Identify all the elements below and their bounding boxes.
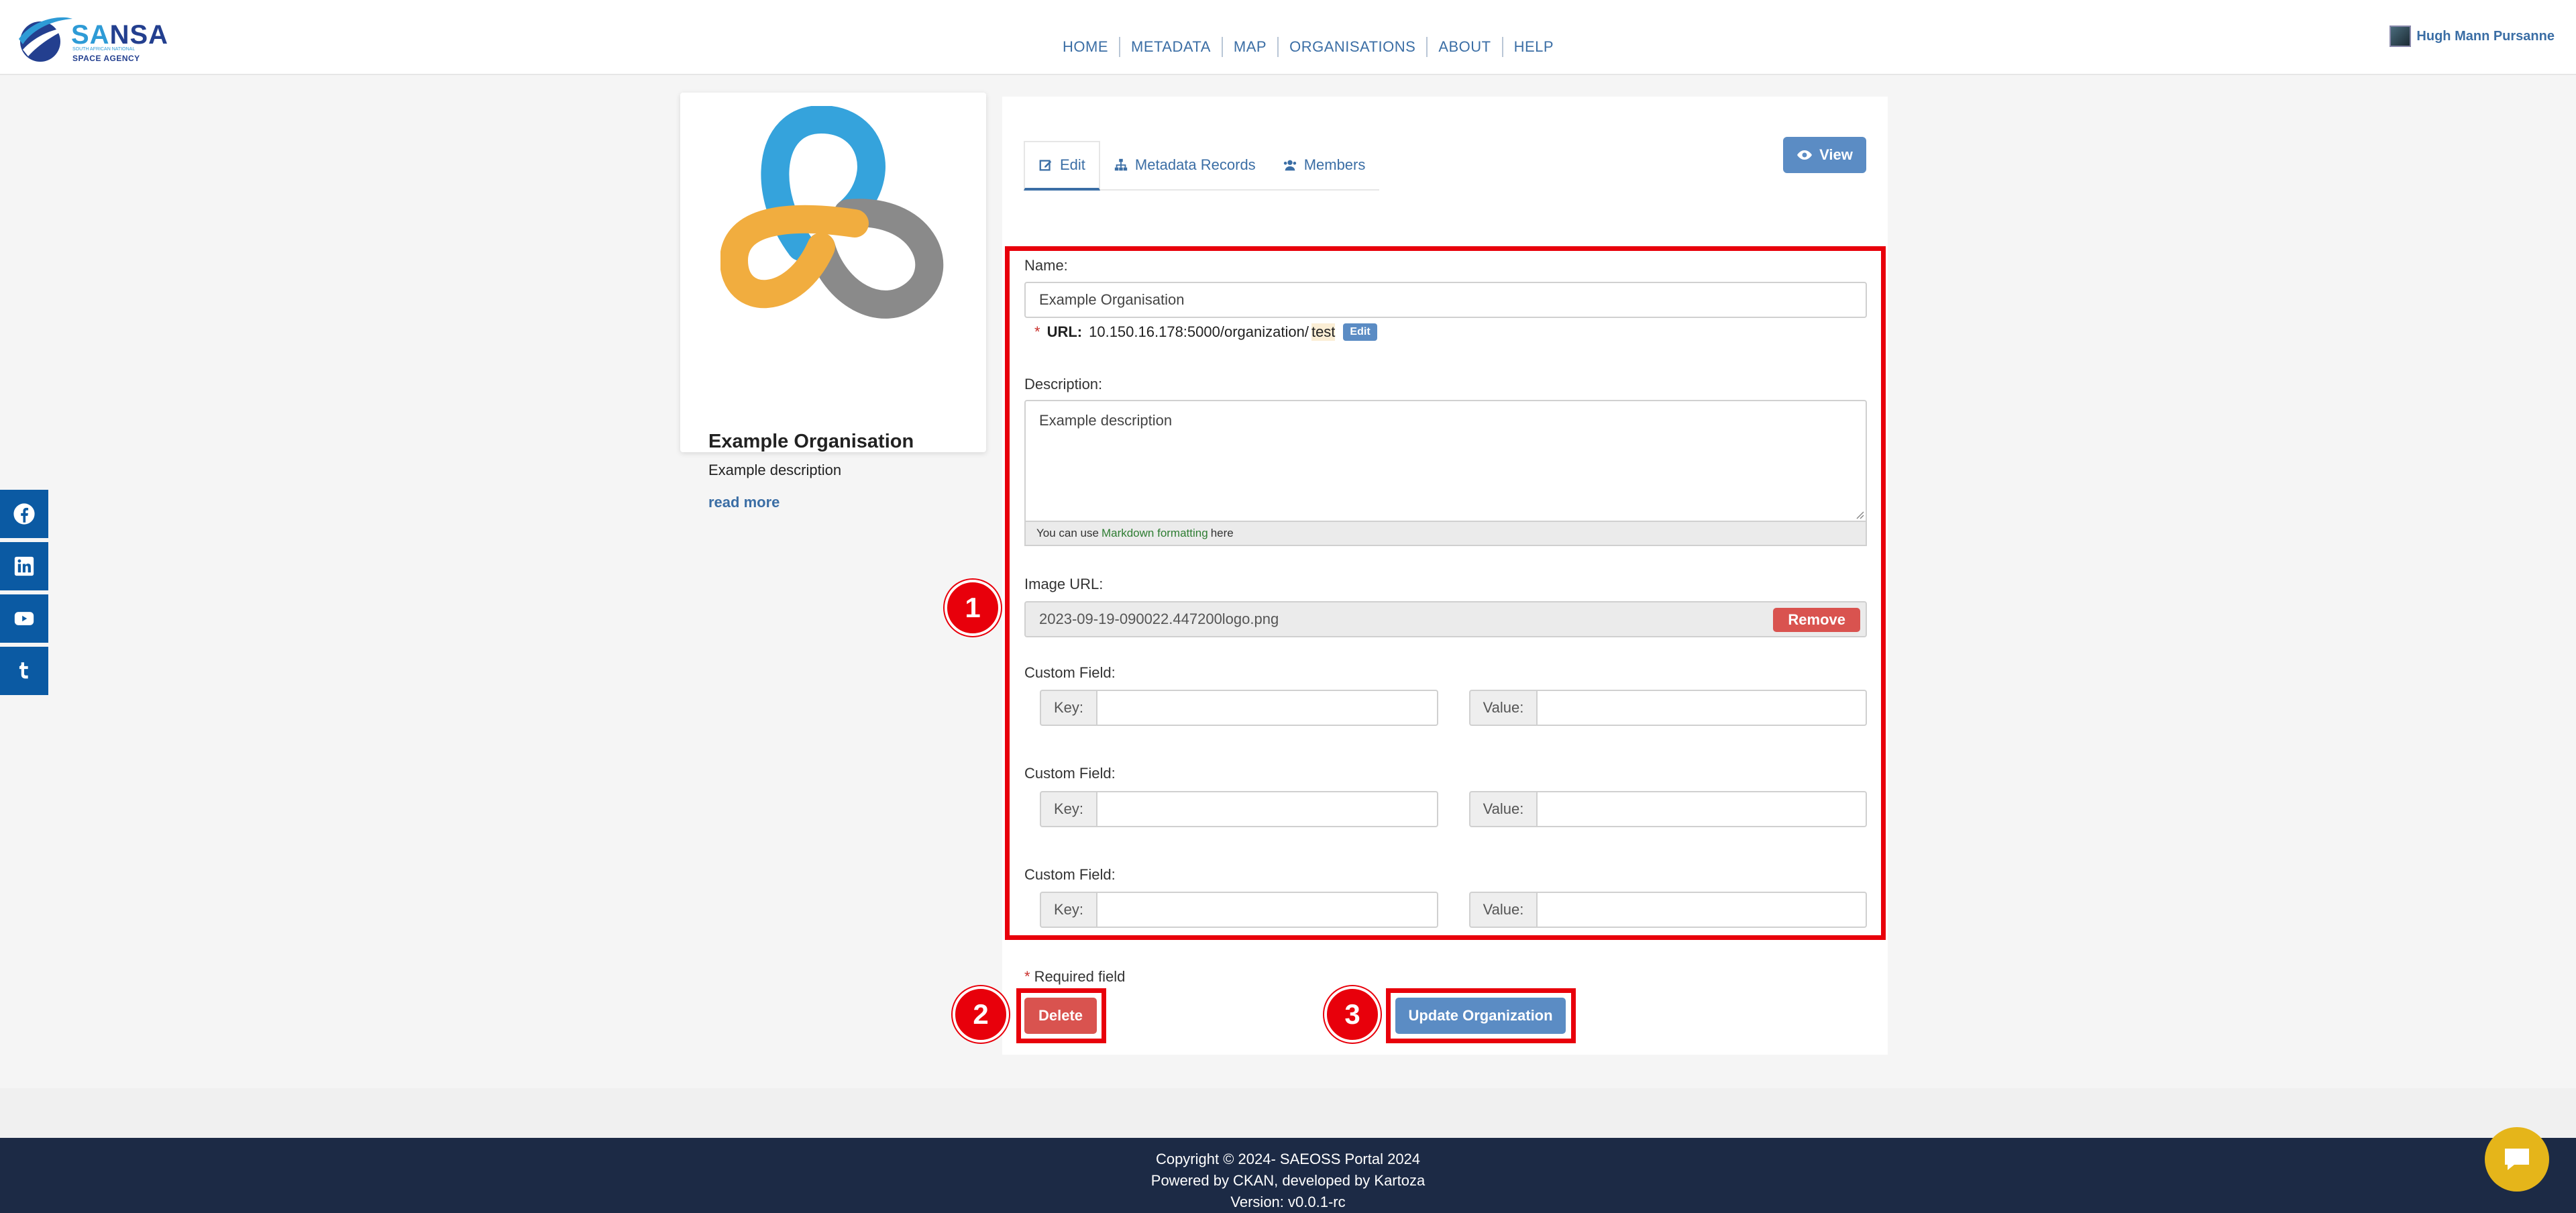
youtube-button[interactable] — [0, 594, 48, 643]
edit-icon — [1039, 160, 1052, 171]
footer-powered-by: Powered by CKAN, developed by Kartoza — [1150, 1172, 1426, 1189]
nav-home[interactable]: HOME — [1052, 37, 1120, 57]
read-more-link[interactable]: read more — [708, 494, 780, 511]
sansa-logo[interactable]: SANSA SOUTH AFRICAN NATIONAL SPACE AGENC… — [13, 9, 168, 64]
view-button-label: View — [1819, 146, 1853, 163]
avatar — [2390, 25, 2412, 47]
header: SANSA SOUTH AFRICAN NATIONAL SPACE AGENC… — [0, 0, 2576, 75]
tab-metadata-records-label: Metadata Records — [1134, 156, 1256, 173]
nav-help[interactable]: HELP — [1503, 37, 1564, 57]
required-field-note: * Required field — [1024, 968, 1125, 986]
linkedin-icon — [14, 556, 34, 576]
nav-organisations[interactable]: ORGANISATIONS — [1279, 37, 1428, 57]
tab-edit[interactable]: Edit — [1024, 141, 1100, 191]
required-text: Required field — [1034, 968, 1126, 985]
chat-icon — [2505, 1149, 2529, 1170]
user-menu[interactable]: Hugh Mann Pursanne — [2390, 25, 2555, 47]
main-nav: HOME METADATA MAP ORGANISATIONS ABOUT HE… — [1052, 36, 1564, 58]
sansa-logo-icon — [19, 17, 72, 62]
logo-subtitle: SPACE AGENCY — [72, 54, 140, 63]
footer-spacer — [0, 1088, 2576, 1138]
logo-text: SANSA — [71, 20, 169, 50]
highlight-box-1 — [1005, 246, 1886, 940]
footer-copyright: Copyright © 2024- SAEOSS Portal 2024 — [1155, 1151, 1421, 1167]
organisation-description: Example description — [708, 462, 842, 478]
user-name: Hugh Mann Pursanne — [2416, 28, 2555, 44]
annotation-badge-2: 2 — [953, 986, 1009, 1043]
chat-button[interactable] — [2485, 1127, 2549, 1192]
organisation-card: Example Organisation Example description… — [680, 93, 986, 511]
required-star: * — [1024, 968, 1030, 985]
footer: Copyright © 2024- SAEOSS Portal 2024 Pow… — [0, 1138, 2576, 1213]
facebook-button[interactable] — [0, 490, 48, 538]
nav-about[interactable]: ABOUT — [1428, 37, 1503, 57]
annotation-badge-1: 1 — [945, 580, 1001, 636]
tab-edit-label: Edit — [1060, 156, 1085, 173]
sitemap-icon — [1114, 158, 1128, 171]
organisation-title: Example Organisation — [708, 431, 914, 452]
highlight-box-2 — [1016, 988, 1106, 1043]
organisation-logo — [720, 106, 944, 319]
tumblr-button[interactable] — [0, 647, 48, 695]
tab-bar: Edit Metadata Records Members — [1024, 141, 1379, 191]
social-sidebar — [0, 490, 48, 699]
users-icon — [1283, 160, 1296, 171]
logo-tagline: SOUTH AFRICAN NATIONAL — [72, 47, 136, 52]
tab-members-label: Members — [1303, 156, 1366, 173]
tab-members[interactable]: Members — [1269, 141, 1379, 189]
highlight-box-3 — [1386, 988, 1576, 1043]
youtube-icon — [14, 612, 34, 625]
eye-icon — [1797, 150, 1813, 160]
facebook-icon — [13, 503, 35, 525]
annotation-badge-3: 3 — [1324, 986, 1381, 1043]
tab-metadata-records[interactable]: Metadata Records — [1100, 141, 1269, 189]
tumblr-icon — [19, 662, 28, 679]
nav-metadata[interactable]: METADATA — [1120, 37, 1223, 57]
nav-map[interactable]: MAP — [1223, 37, 1279, 57]
view-button[interactable]: View — [1783, 137, 1866, 173]
footer-version: Version: v0.0.1-rc — [1230, 1194, 1346, 1210]
linkedin-button[interactable] — [0, 542, 48, 590]
